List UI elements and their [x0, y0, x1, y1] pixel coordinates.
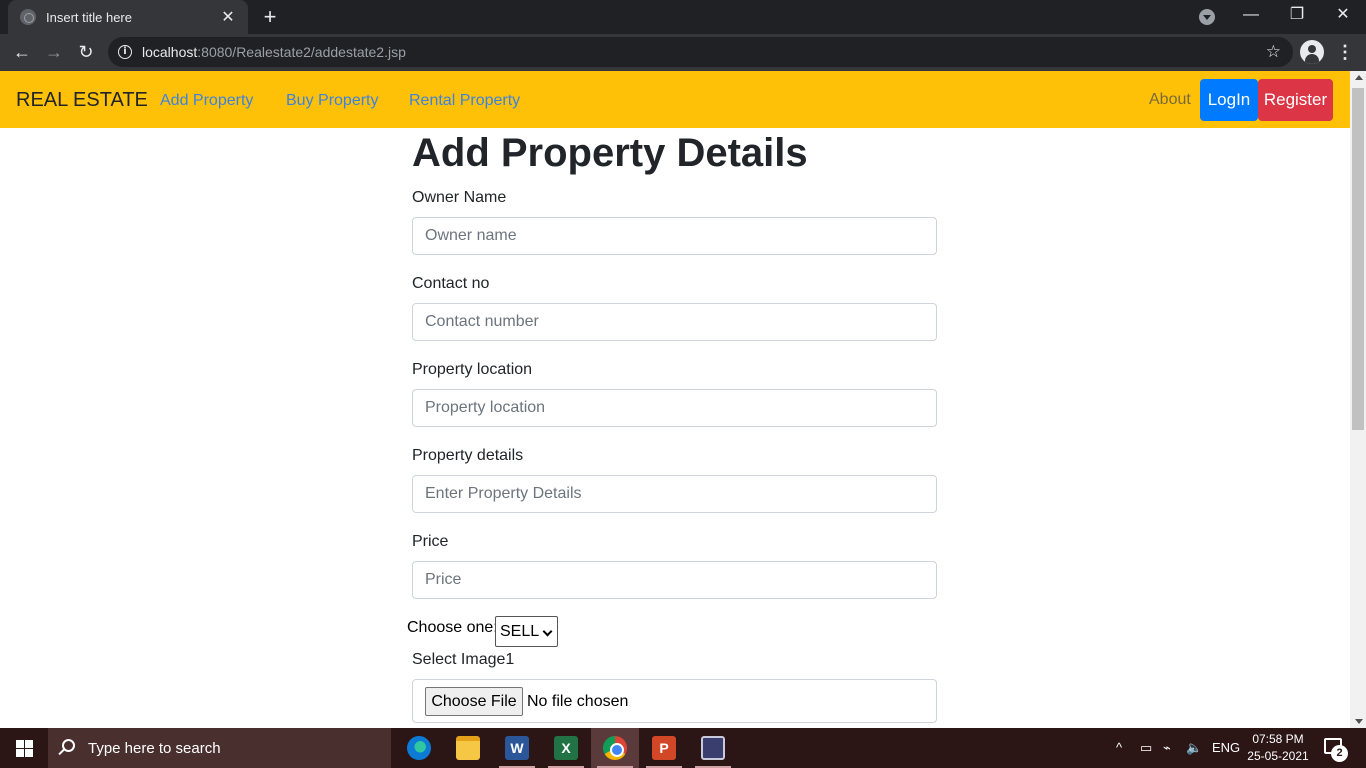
page-viewport: REAL ESTATE Add Property Buy Property Re… [0, 71, 1350, 728]
page-title: Add Property Details [412, 131, 808, 175]
browser-toolbar: ← → ↻ i localhost :8080/Realestate2/adde… [0, 34, 1366, 71]
taskbar-chrome[interactable] [591, 728, 639, 768]
owner-name-label: Owner Name [412, 189, 507, 206]
network-icon[interactable]: ⌁ [1163, 740, 1171, 756]
edge-icon [407, 736, 431, 760]
file-status: No file chosen [527, 693, 629, 710]
site-navbar: REAL ESTATE Add Property Buy Property Re… [0, 71, 1350, 128]
new-tab-button[interactable]: + [258, 4, 282, 30]
taskbar-search-placeholder: Type here to search [88, 740, 221, 757]
url-path: :8080/Realestate2/addestate2.jsp [197, 44, 406, 60]
nav-buy-property[interactable]: Buy Property [286, 92, 378, 110]
scroll-down-arrow-icon[interactable] [1355, 719, 1363, 724]
close-window-button[interactable]: ✕ [1320, 0, 1366, 32]
taskbar-search[interactable]: Type here to search [48, 728, 391, 768]
nav-about[interactable]: About [1149, 91, 1191, 109]
volume-icon[interactable]: 🔈 [1186, 740, 1202, 756]
language-indicator[interactable]: ENG [1212, 740, 1240, 755]
nav-add-property[interactable]: Add Property [160, 92, 253, 110]
scrollbar-thumb[interactable] [1352, 88, 1364, 430]
file-explorer-icon [456, 736, 480, 760]
globe-icon [20, 9, 36, 25]
taskbar-clock[interactable]: 07:58 PM 25-05-2021 [1246, 731, 1310, 765]
browser-tab[interactable]: Insert title here ✕ [8, 0, 248, 34]
choose-one-label: Choose one: [407, 619, 498, 636]
browser-tab-bar: Insert title here ✕ + — ❐ ✕ [0, 0, 1366, 34]
restore-button[interactable]: ❐ [1274, 0, 1320, 32]
login-button[interactable]: LogIn [1200, 79, 1258, 121]
chrome-icon [603, 736, 627, 760]
bookmark-star-icon[interactable]: ☆ [1266, 42, 1281, 62]
url-host: localhost [142, 44, 198, 60]
sale-type-select[interactable]: SELL [495, 616, 558, 647]
notification-count-badge: 2 [1331, 745, 1348, 762]
windows-taskbar: Type here to search W X P ^ ▭ ⌁ 🔈 ENG 07… [0, 728, 1366, 768]
property-location-input[interactable]: Property location [412, 389, 937, 427]
taskbar-edge[interactable] [395, 728, 443, 768]
word-icon: W [505, 736, 529, 760]
profile-icon[interactable] [1300, 40, 1324, 64]
taskbar-file-explorer[interactable] [444, 728, 492, 768]
minimize-button[interactable]: — [1228, 0, 1274, 32]
price-input[interactable]: Price [412, 561, 937, 599]
chevron-down-icon [542, 626, 553, 637]
tab-search-icon[interactable] [1199, 9, 1215, 25]
page-scrollbar[interactable] [1350, 71, 1366, 728]
navbar-brand[interactable]: REAL ESTATE [16, 89, 148, 112]
powerpoint-icon: P [652, 736, 676, 760]
owner-name-input[interactable]: Owner name [412, 217, 937, 255]
taskbar-powerpoint[interactable]: P [640, 728, 688, 768]
property-details-label: Property details [412, 447, 524, 464]
taskbar-app[interactable] [689, 728, 737, 768]
scroll-up-arrow-icon[interactable] [1355, 75, 1363, 80]
site-info-icon[interactable]: i [118, 45, 132, 59]
clock-time: 07:58 PM [1252, 732, 1304, 746]
contact-number-input[interactable]: Contact number [412, 303, 937, 341]
price-label: Price [412, 533, 449, 550]
register-button[interactable]: Register [1258, 79, 1333, 121]
app-icon [701, 736, 725, 760]
property-location-label: Property location [412, 361, 533, 378]
image-file-input[interactable]: Choose File No file chosen [412, 679, 937, 723]
nav-rental-property[interactable]: Rental Property [409, 92, 520, 110]
choose-file-button[interactable]: Choose File [425, 687, 523, 716]
reload-button[interactable]: ↻ [73, 39, 99, 65]
excel-icon: X [554, 736, 578, 760]
battery-icon[interactable]: ▭ [1140, 740, 1152, 756]
browser-menu-icon[interactable]: ⋮ [1336, 40, 1354, 64]
back-button[interactable]: ← [9, 39, 35, 65]
tray-expand-icon[interactable]: ^ [1116, 740, 1122, 755]
windows-logo-icon [16, 740, 33, 757]
property-details-input[interactable]: Enter Property Details [412, 475, 937, 513]
tab-close-icon[interactable]: ✕ [220, 7, 236, 27]
taskbar-word[interactable]: W [493, 728, 541, 768]
start-button[interactable] [0, 728, 48, 768]
search-icon [62, 739, 75, 752]
tab-title: Insert title here [46, 9, 132, 25]
forward-button[interactable]: → [41, 39, 67, 65]
select-image-label: Select Image1 [412, 651, 515, 668]
contact-no-label: Contact no [412, 275, 490, 292]
address-bar[interactable]: i localhost :8080/Realestate2/addestate2… [108, 37, 1293, 67]
clock-date: 25-05-2021 [1247, 749, 1309, 763]
sale-type-value: SELL [500, 623, 540, 640]
taskbar-excel[interactable]: X [542, 728, 590, 768]
